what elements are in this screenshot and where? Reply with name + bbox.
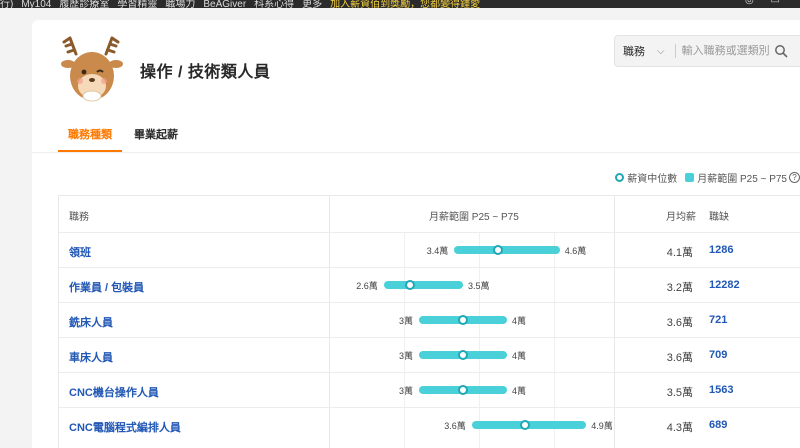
openings-count-link[interactable]: 709: [709, 349, 727, 361]
table-row: 領班 3.4萬 4.6萬 4.1萬 1286: [59, 232, 800, 267]
average-salary: 3.2萬: [666, 282, 693, 294]
average-salary: 3.6萬: [666, 317, 693, 329]
job-name-link[interactable]: CNC電腦程式編排人員: [69, 419, 181, 435]
salary-median-marker: [458, 350, 468, 360]
tab-starting-salary[interactable]: 畢業起薪: [124, 120, 188, 152]
table-header: 職務 月薪範圍 P25 ~ P75 月均薪 職缺: [59, 196, 800, 232]
range-legend-marker: [685, 173, 695, 182]
job-name-link[interactable]: 作業員 / 包裝員: [69, 279, 144, 295]
top-nav-link[interactable]: 履歷診療室: [59, 0, 109, 8]
job-name-link[interactable]: 車床人員: [69, 349, 113, 365]
p25-label: 3.6萬: [444, 421, 466, 431]
top-nav-link[interactable]: 職場力: [165, 0, 195, 8]
table-row: 作業員 / 包裝員 2.6萬 3.5萬 3.2萬 12282: [59, 267, 800, 302]
p25-label: 3萬: [398, 316, 413, 326]
search-input[interactable]: [681, 45, 770, 57]
top-nav-link[interactable]: 行): [0, 0, 13, 8]
message-icon[interactable]: ▭: [771, 0, 780, 6]
average-salary: 4.1萬: [666, 247, 693, 259]
tab-bar: 職務種類 畢業起薪: [58, 120, 190, 152]
salary-median-marker: [458, 315, 468, 325]
p25-label: 3萬: [398, 386, 413, 396]
p25-label: 2.6萬: [356, 281, 378, 291]
openings-count-link[interactable]: 1563: [709, 384, 733, 396]
salary-range-bar: [454, 246, 560, 254]
p25-label: 3.4萬: [426, 246, 449, 256]
salary-card: 操作 / 技術類人員 職務 ⌵ 職務種類 畢業起薪 薪資中位數 月薪範圍 P25…: [32, 20, 800, 448]
p75-label: 4.9萬: [591, 421, 613, 431]
help-icon[interactable]: ?: [789, 172, 800, 183]
tab-divider: [32, 152, 800, 153]
top-nav-icons: ◎ ▭: [745, 0, 780, 6]
range-legend-label: 月薪範圍 P25 ~ P75: [697, 174, 787, 185]
p25-label: 3萬: [398, 351, 413, 361]
p75-label: 4.6萬: [564, 246, 587, 256]
header-avg: 月均薪: [666, 212, 696, 223]
p75-label: 4萬: [512, 386, 527, 396]
table-row: 銑床人員 3萬 4萬 3.6萬 721: [59, 302, 800, 337]
job-name-link[interactable]: 銑床人員: [69, 314, 113, 330]
top-nav-link[interactable]: My104: [21, 0, 51, 8]
search-divider: [674, 44, 676, 58]
openings-count-link[interactable]: 12282: [709, 279, 740, 291]
p75-label: 3.5萬: [468, 281, 490, 291]
median-legend-label: 薪資中位數: [627, 174, 678, 185]
openings-count-link[interactable]: 721: [709, 314, 727, 326]
openings-count-link[interactable]: 689: [709, 419, 727, 431]
header-range: 月薪範圍 P25 ~ P75: [429, 212, 519, 223]
median-legend-marker: [615, 173, 625, 182]
salary-median-marker: [519, 420, 530, 430]
chevron-down-icon: ⌵: [657, 45, 665, 57]
table-row: 車床人員 3萬 4萬 3.6萬 709: [59, 337, 800, 372]
salary-table: 職務 月薪範圍 P25 ~ P75 月均薪 職缺 領班 3.4萬 4.6萬 4.1萬 1…: [58, 195, 800, 448]
search-icon[interactable]: [774, 44, 788, 58]
search-type-select[interactable]: 職務 ⌵: [615, 43, 665, 59]
deer-mascot-icon: [61, 36, 123, 102]
top-nav-link[interactable]: 學習精靈: [117, 0, 157, 8]
top-nav-link[interactable]: 科系心得: [254, 0, 294, 8]
top-navigation-bar: 行) My104 履歷診療室 學習精靈 職場力 BeAGiver 科系心得 更多 加入薪資佰到獎…: [0, 0, 800, 8]
salary-range-bar: [383, 281, 463, 289]
top-nav-link[interactable]: BeAGiver: [203, 0, 246, 8]
header-openings: 職缺: [709, 212, 729, 223]
p75-label: 4萬: [512, 316, 527, 326]
header-job: 職務: [69, 212, 89, 223]
average-salary: 4.3萬: [666, 422, 693, 434]
average-salary: 3.6萬: [666, 352, 693, 364]
salary-median-marker: [458, 385, 468, 395]
page-title: 操作 / 技術類人員: [140, 64, 271, 81]
top-navigation-links: 行) My104 履歷診療室 學習精靈 職場力 BeAGiver 科系心得 更多 加入薪資佰到獎…: [0, 0, 488, 8]
average-salary: 3.5萬: [666, 387, 693, 399]
top-nav-link[interactable]: 更多: [302, 0, 322, 8]
chart-legend: 薪資中位數 月薪範圍 P25 ~ P75 ?: [615, 170, 800, 185]
job-name-link[interactable]: 領班: [69, 244, 91, 260]
category-header: 操作 / 技術類人員 職務 ⌵: [32, 20, 800, 116]
search-type-label: 職務: [623, 46, 645, 58]
openings-count-link[interactable]: 1286: [709, 244, 733, 256]
tab-job-type[interactable]: 職務種類: [58, 120, 122, 152]
table-row: CNC機台操作人員 3萬 4萬 3.5萬 1563: [59, 372, 800, 407]
p75-label: 4萬: [512, 351, 527, 361]
settings-icon[interactable]: ◎: [745, 0, 754, 6]
job-search-box: 職務 ⌵: [614, 35, 800, 67]
top-nav-promo[interactable]: 加入薪資佰到獎勵，您都變得鍾愛: [330, 0, 480, 8]
job-name-link[interactable]: CNC機台操作人員: [69, 384, 159, 400]
table-row: CNC電腦程式編排人員 3.6萬 4.9萬 4.3萬 689: [59, 407, 800, 442]
